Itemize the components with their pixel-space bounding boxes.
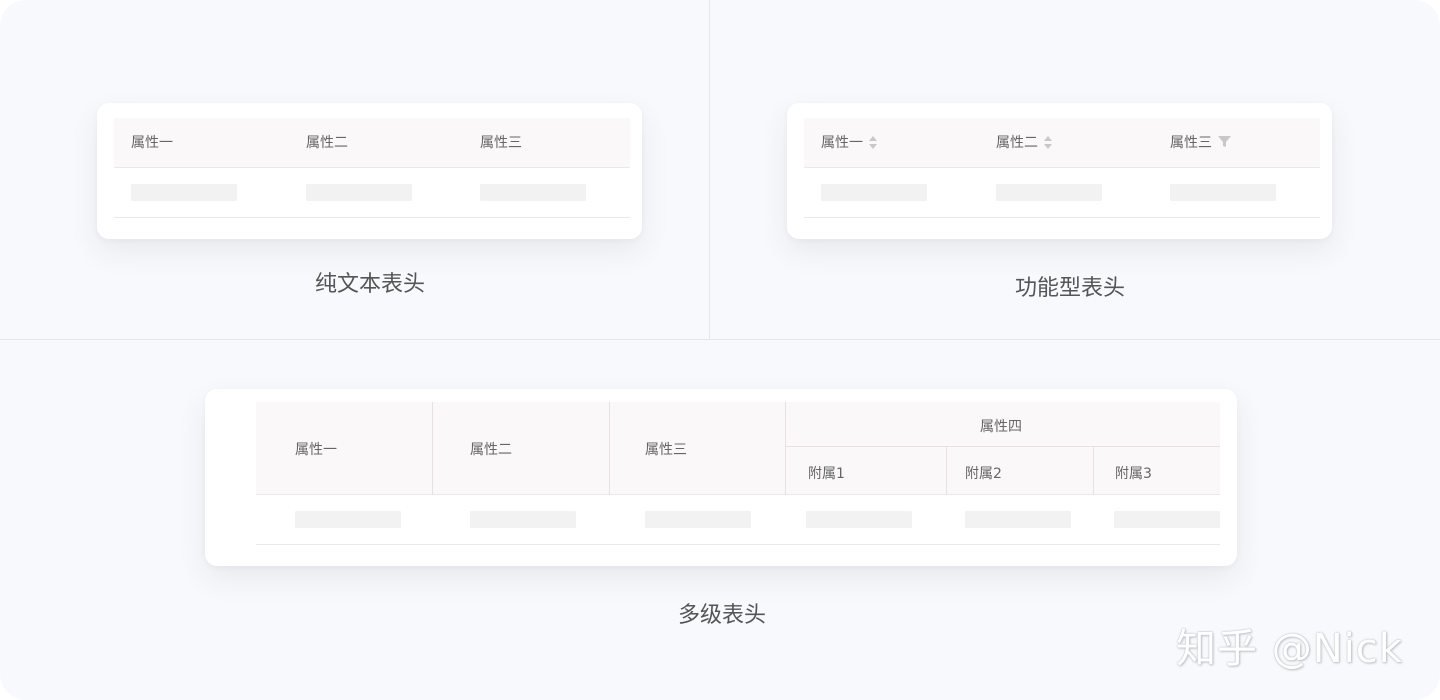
header-cell-3: 属性三 — [645, 442, 687, 458]
skeleton-cell — [996, 184, 1102, 201]
skeleton-cell — [295, 511, 401, 528]
sub-header-cell-2: 附属2 — [965, 466, 1002, 482]
header-cell-label: 属性一 — [821, 135, 863, 151]
group-header-cell: 属性四 — [980, 419, 1022, 435]
skeleton-cell — [965, 511, 1071, 528]
vertical-divider — [709, 0, 710, 339]
table-header: 属性一 属性二 属性三 属性四 附属1 附属2 附属3 — [256, 402, 1220, 495]
watermark: 知乎 @Nick — [1176, 626, 1403, 672]
skeleton-cell — [806, 511, 912, 528]
plain-header-caption: 纯文本表头 — [314, 272, 425, 297]
column-divider — [432, 402, 433, 495]
group-divider — [786, 446, 1220, 447]
skeleton-cell — [131, 184, 237, 201]
skeleton-cell — [821, 184, 927, 201]
column-divider — [609, 402, 610, 495]
filter-icon[interactable] — [1218, 135, 1231, 148]
column-divider — [1093, 447, 1094, 495]
header-cell-label: 属性三 — [1170, 135, 1212, 151]
header-cell-2: 属性二 — [470, 442, 512, 458]
header-cell-label: 属性二 — [996, 135, 1038, 151]
skeleton-cell — [470, 511, 576, 528]
header-cell-3[interactable]: 属性三 — [1170, 118, 1231, 168]
plain-header-table-card: 属性一 属性二 属性三 — [97, 103, 642, 239]
sub-header-cell-3: 附属3 — [1115, 466, 1152, 482]
header-cell-3: 属性三 — [480, 135, 522, 151]
sub-header-cell-1: 附属1 — [808, 466, 845, 482]
horizontal-divider — [0, 339, 1440, 340]
table-header-row: 属性一 属性二 属性三 — [114, 118, 630, 168]
multilevel-header-caption: 多级表头 — [677, 603, 766, 628]
sort-icon[interactable] — [1044, 135, 1052, 149]
canvas: 属性一 属性二 属性三 纯文本表头 属性一 属性二 属性三 功能型表头 属性一 … — [0, 0, 1440, 700]
header-cell-1: 属性一 — [131, 135, 173, 151]
skeleton-cell — [1170, 184, 1276, 201]
table-row — [114, 168, 630, 218]
sort-icon[interactable] — [869, 135, 877, 149]
skeleton-cell — [1114, 511, 1220, 528]
column-divider — [785, 402, 786, 495]
table-row — [256, 495, 1220, 545]
header-cell-1[interactable]: 属性一 — [821, 118, 877, 168]
header-cell-2: 属性二 — [306, 135, 348, 151]
skeleton-cell — [306, 184, 412, 201]
multilevel-header-table-card: 属性一 属性二 属性三 属性四 附属1 附属2 附属3 — [205, 389, 1237, 566]
table-row — [804, 168, 1320, 218]
table-header-row: 属性一 属性二 属性三 — [804, 118, 1320, 168]
skeleton-cell — [645, 511, 751, 528]
functional-header-table-card: 属性一 属性二 属性三 — [787, 103, 1332, 239]
column-divider — [946, 447, 947, 495]
header-cell-2[interactable]: 属性二 — [996, 118, 1052, 168]
functional-header-caption: 功能型表头 — [1014, 276, 1125, 301]
header-cell-1: 属性一 — [295, 442, 337, 458]
skeleton-cell — [480, 184, 586, 201]
